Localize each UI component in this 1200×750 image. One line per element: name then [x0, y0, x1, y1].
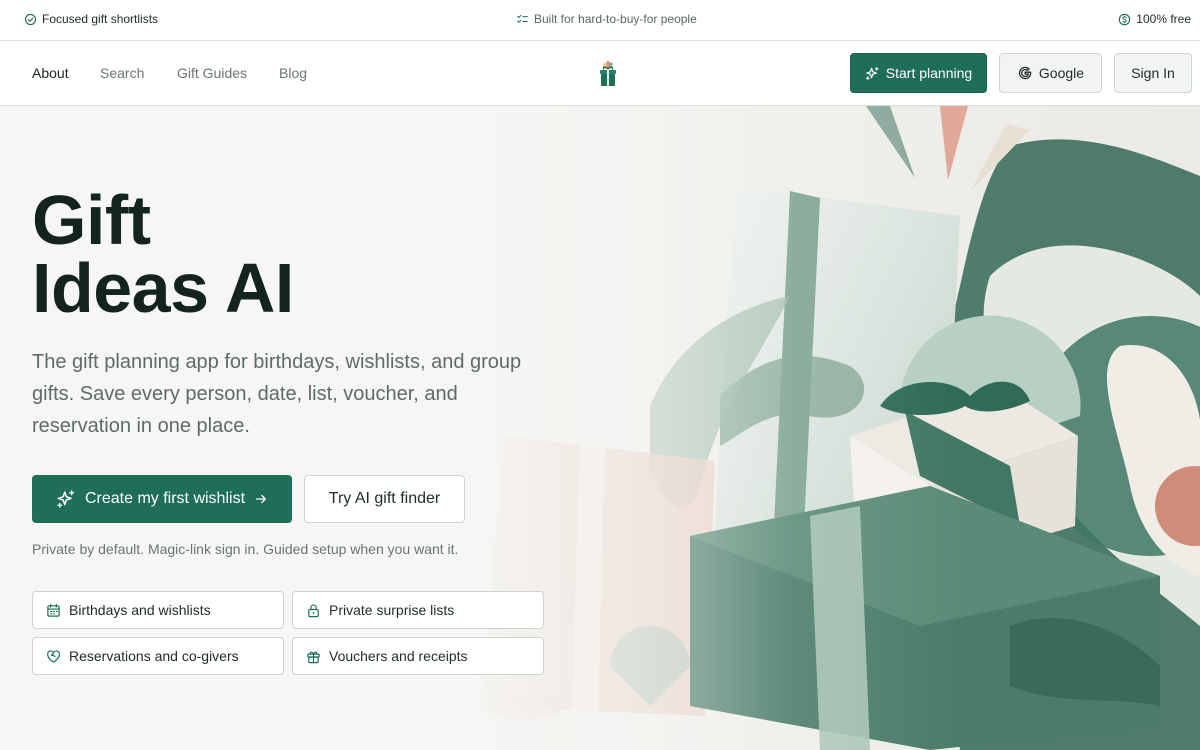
- start-planning-button[interactable]: Start planning: [850, 53, 987, 93]
- title-line-1: Gift: [32, 181, 151, 259]
- start-planning-label: Start planning: [885, 65, 973, 81]
- main-nav: About Search Gift Guides Blog Start plan…: [0, 41, 1200, 106]
- sparkles-icon: [865, 66, 879, 80]
- nav-link-about[interactable]: About: [32, 65, 69, 81]
- google-signin-button[interactable]: Google: [999, 53, 1102, 93]
- arrow-right-icon: [255, 494, 267, 504]
- create-wishlist-button[interactable]: Create my first wishlist: [32, 475, 292, 523]
- announcement-text: Focused gift shortlists: [42, 12, 159, 26]
- sparkles-icon: [57, 490, 75, 508]
- feature-label: Birthdays and wishlists: [69, 602, 211, 618]
- announcement-text: Built for hard-to-buy-for people: [534, 12, 697, 26]
- check-circle-icon: [24, 13, 37, 25]
- hero-subtitle: The gift planning app for birthdays, wis…: [32, 351, 522, 437]
- feature-reservations: Reservations and co-givers: [32, 637, 284, 675]
- announcement-item-shortlists: Focused gift shortlists: [24, 12, 158, 26]
- feature-vouchers: Vouchers and receipts: [292, 637, 544, 675]
- google-icon: [1018, 66, 1032, 80]
- list-check-icon: [517, 14, 528, 23]
- feature-label: Reservations and co-givers: [69, 648, 239, 664]
- nav-link-search[interactable]: Search: [100, 65, 144, 81]
- dollar-circle-icon: [1119, 13, 1131, 25]
- feature-label: Private surprise lists: [329, 602, 455, 618]
- calendar-icon: [47, 603, 60, 617]
- title-line-2: Ideas AI: [32, 249, 294, 327]
- gift-icon: [307, 651, 320, 663]
- page-title: Gift Ideas AI: [32, 181, 294, 327]
- gift-logo-icon[interactable]: [597, 58, 619, 88]
- announcement-item-free: 100% free: [1118, 12, 1191, 26]
- feature-birthdays: Birthdays and wishlists: [32, 591, 284, 629]
- feature-private-lists: Private surprise lists: [292, 591, 544, 629]
- hero-section: Gift Ideas AI The gift planning app for …: [0, 106, 1200, 750]
- announcement-item-built-for: Built for hard-to-buy-for people: [516, 12, 697, 26]
- sign-in-button[interactable]: Sign In: [1114, 53, 1192, 93]
- feature-label: Vouchers and receipts: [329, 648, 468, 664]
- announcement-text: 100% free: [1136, 12, 1191, 26]
- nav-link-blog[interactable]: Blog: [279, 65, 307, 81]
- google-label: Google: [1038, 65, 1085, 81]
- ai-gift-finder-button[interactable]: Try AI gift finder: [304, 475, 465, 523]
- heart-handshake-icon: [47, 649, 60, 663]
- create-wishlist-label: Create my first wishlist: [84, 490, 246, 507]
- announcement-bar: Focused gift shortlists Built for hard-t…: [0, 0, 1200, 41]
- nav-link-gift-guides[interactable]: Gift Guides: [177, 65, 247, 81]
- privacy-note: Private by default. Magic-link sign in. …: [32, 541, 459, 557]
- lock-icon: [308, 604, 319, 617]
